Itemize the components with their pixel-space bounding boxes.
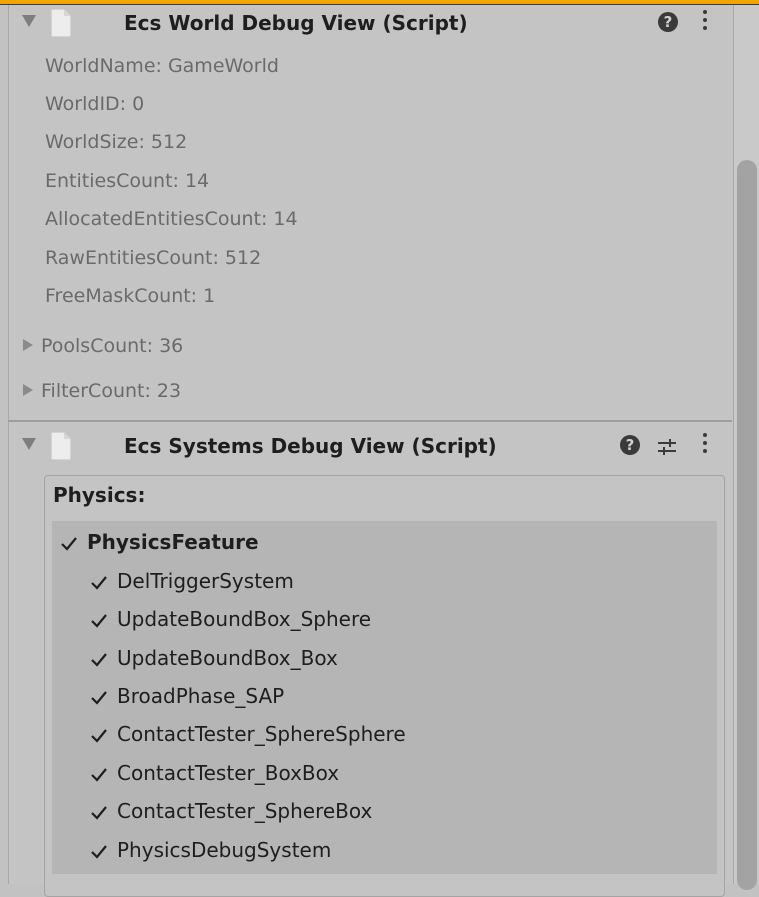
triangle-right-icon[interactable] [23, 384, 33, 396]
world-size-field: WorldSize: 512 [45, 131, 188, 153]
pools-count-foldout[interactable]: PoolsCount: 36 [23, 335, 183, 357]
checkmark-icon[interactable] [89, 688, 109, 708]
component-divider [8, 420, 732, 422]
physics-feature-label: PhysicsFeature [87, 530, 259, 554]
system-label: BroadPhase_SAP [117, 684, 285, 708]
pools-count-label: PoolsCount: 36 [41, 335, 184, 357]
checkmark-icon[interactable] [89, 726, 109, 746]
presets-sliders-icon[interactable] [656, 437, 678, 457]
raw-entities-count-field: RawEntitiesCount: 512 [45, 247, 262, 269]
checkmark-icon[interactable] [89, 765, 109, 785]
foldout-triangle-down-icon[interactable] [22, 15, 36, 27]
kebab-menu-icon[interactable] [702, 10, 708, 34]
scrollbar-thumb[interactable] [737, 160, 757, 890]
system-label: DelTriggerSystem [117, 569, 294, 593]
checkmark-icon[interactable] [89, 573, 109, 593]
kebab-menu-icon[interactable] [702, 433, 708, 457]
checkmark-icon[interactable] [89, 650, 109, 670]
world-component-header[interactable]: Ecs World Debug View (Script) ? [8, 5, 732, 43]
system-label: ContactTester_SphereBox [117, 799, 373, 823]
foldout-triangle-down-icon[interactable] [22, 438, 36, 450]
filter-count-label: FilterCount: 23 [41, 380, 182, 402]
checkmark-icon[interactable] [89, 803, 109, 823]
system-label: UpdateBoundBox_Sphere [117, 607, 372, 631]
systems-component-title: Ecs Systems Debug View (Script) [124, 434, 497, 458]
system-label: PhysicsDebugSystem [117, 838, 332, 862]
filter-count-foldout[interactable]: FilterCount: 23 [23, 380, 181, 402]
triangle-right-icon[interactable] [23, 339, 33, 351]
checkmark-icon[interactable] [89, 842, 109, 862]
help-icon[interactable]: ? [658, 12, 678, 32]
world-id-field: WorldID: 0 [45, 93, 145, 115]
group-title: Physics: [53, 483, 146, 507]
script-file-icon [51, 432, 71, 460]
world-component-title: Ecs World Debug View (Script) [124, 11, 468, 35]
system-label: ContactTester_SphereSphere [117, 722, 406, 746]
free-mask-count-field: FreeMaskCount: 1 [45, 285, 216, 307]
checkmark-icon[interactable] [59, 534, 79, 554]
system-label: ContactTester_BoxBox [117, 761, 340, 785]
checkmark-icon[interactable] [89, 611, 109, 631]
help-icon[interactable]: ? [620, 435, 640, 455]
system-label: UpdateBoundBox_Box [117, 646, 338, 670]
script-file-icon [51, 9, 71, 37]
entities-count-field: EntitiesCount: 14 [45, 170, 210, 192]
allocated-entities-count-field: AllocatedEntitiesCount: 14 [45, 208, 298, 230]
systems-component-header[interactable]: Ecs Systems Debug View (Script) ? [8, 428, 732, 466]
world-name-field: WorldName: GameWorld [45, 55, 279, 77]
